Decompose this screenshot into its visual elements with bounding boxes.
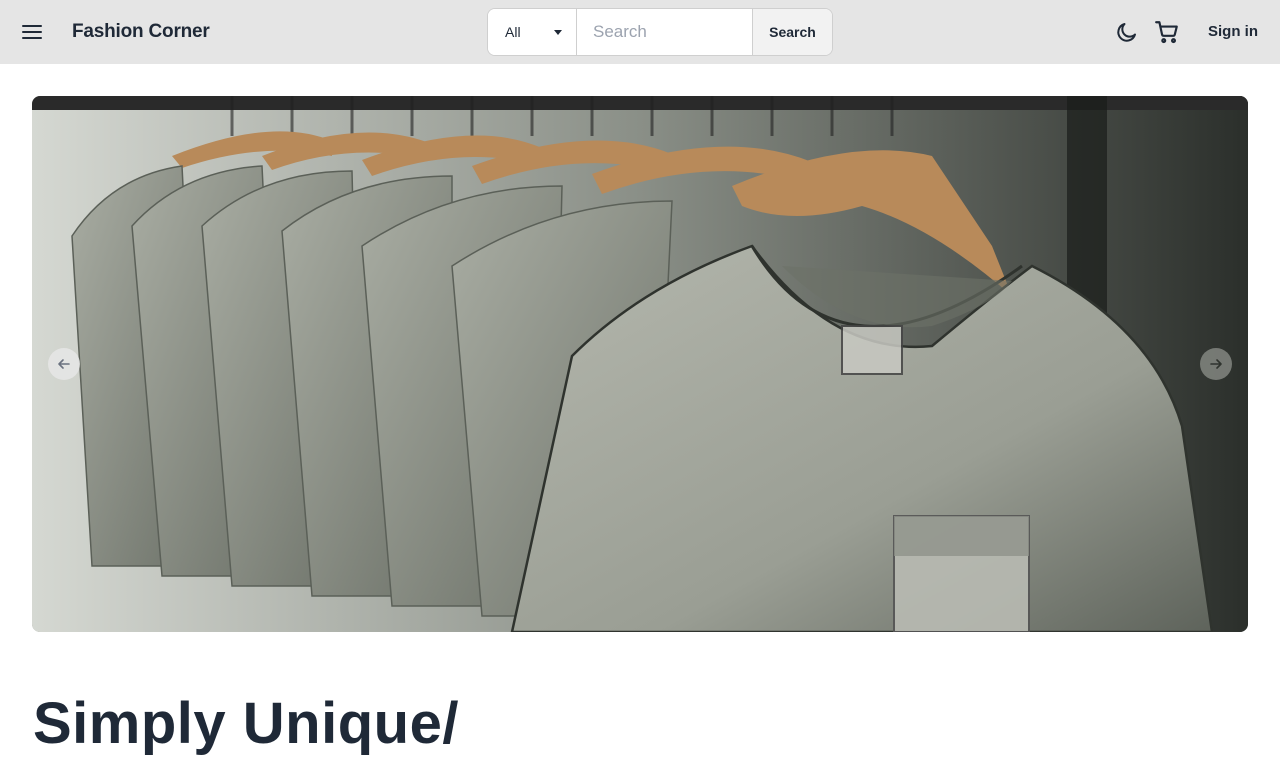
carousel-next-button[interactable] xyxy=(1200,348,1232,380)
category-select[interactable]: All xyxy=(488,9,577,55)
theme-toggle-button[interactable] xyxy=(1113,18,1141,46)
search-input[interactable] xyxy=(577,9,752,55)
arrow-right-icon xyxy=(1210,359,1222,369)
hamburger-menu-icon xyxy=(22,25,42,39)
hero-headline: Simply Unique/ xyxy=(33,691,459,756)
top-navbar: Fashion Corner All Search Sign in xyxy=(0,0,1280,64)
cart-button[interactable] xyxy=(1153,18,1181,46)
brand-logo-text[interactable]: Fashion Corner xyxy=(72,20,210,44)
search-bar: All Search xyxy=(487,8,833,56)
sign-in-link[interactable]: Sign in xyxy=(1196,20,1270,44)
category-select-value: All xyxy=(505,24,521,40)
search-button[interactable]: Search xyxy=(752,9,832,55)
carousel-prev-button[interactable] xyxy=(48,348,80,380)
hero-carousel xyxy=(32,96,1248,632)
menu-button[interactable] xyxy=(16,16,48,48)
shopping-cart-icon xyxy=(1155,21,1178,44)
arrow-left-icon xyxy=(58,359,70,369)
moon-icon xyxy=(1117,23,1136,42)
caret-down-icon xyxy=(554,29,562,35)
hero-slide-image xyxy=(32,96,1248,632)
